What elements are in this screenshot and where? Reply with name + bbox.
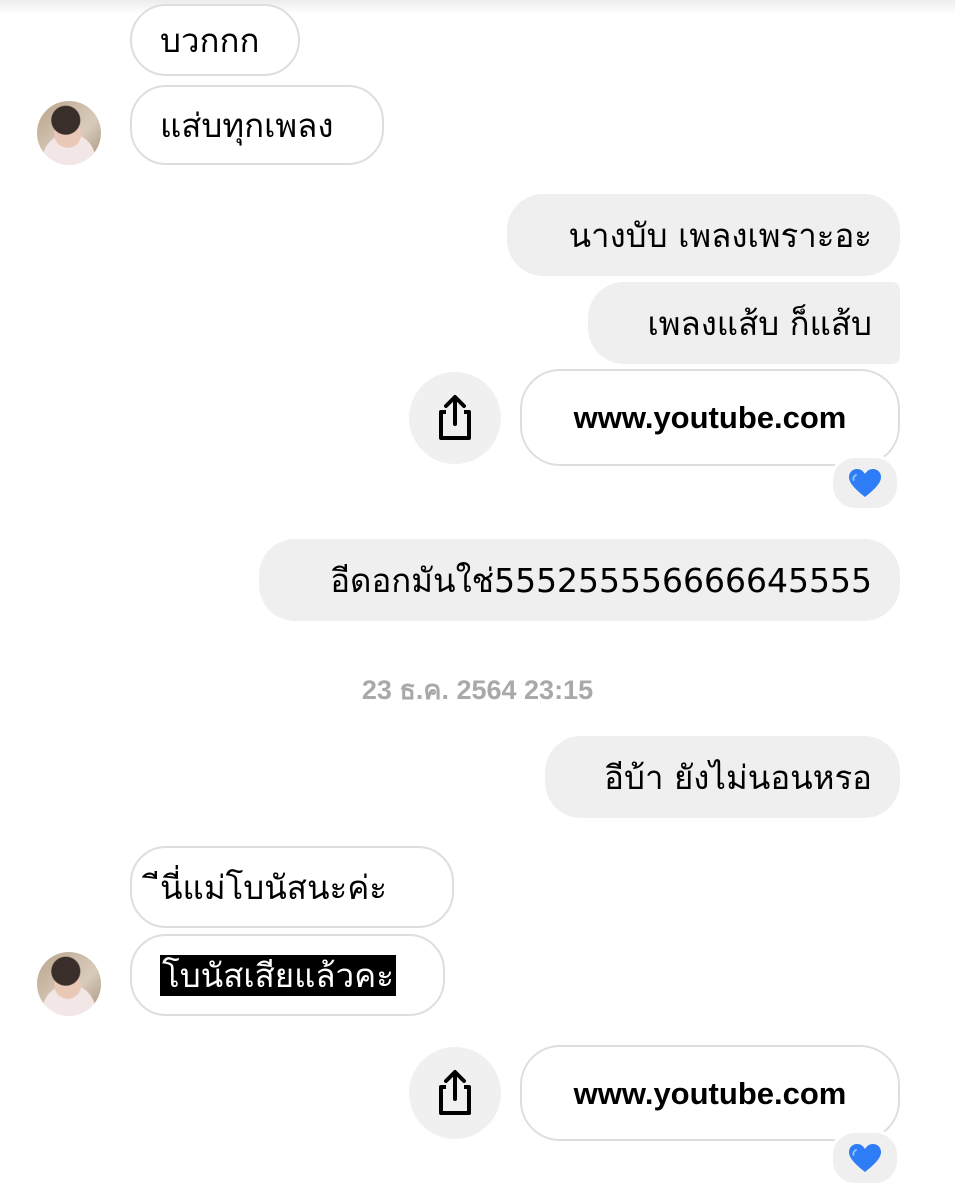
message-text: เพลงแส้บ ก็แส้บ [647,303,872,343]
message-text: แส่บทุกเพลง [160,105,334,145]
message-bubble-incoming[interactable]: ีนี่แม่โบนัสนะค่ะ [130,846,454,928]
message-text: อีดอกมันใช่555255556666645555 [330,560,872,600]
highlighted-message-text: โบนัสเสียแล้วคะ [160,954,396,996]
blue-heart-icon [849,469,881,497]
message-bubble-outgoing[interactable]: อีดอกมันใช่555255556666645555 [259,539,900,621]
message-bubble-outgoing[interactable]: นางบับ เพลงเพราะอะ [507,194,900,276]
message-text: บวกกก [160,20,260,60]
message-bubble-incoming[interactable]: แส่บทุกเพลง [130,85,384,165]
message-bubble-outgoing[interactable]: เพลงแส้บ ก็แส้บ [588,282,900,364]
share-button[interactable] [409,372,501,464]
message-text: อีบ้า ยังไม่นอนหรอ [604,757,872,797]
contact-avatar[interactable] [37,952,101,1016]
link-preview-bubble[interactable]: www.youtube.com [520,1045,900,1141]
link-text: www.youtube.com [573,400,847,435]
message-bubble-incoming[interactable]: บวกกก [130,4,300,76]
message-bubble-outgoing[interactable]: อีบ้า ยังไม่นอนหรอ [545,736,900,818]
reaction-badge[interactable] [830,1130,900,1186]
link-preview-bubble[interactable]: www.youtube.com [520,369,900,466]
blue-heart-icon [849,1144,881,1172]
message-bubble-incoming[interactable]: โบนัสเสียแล้วคะ [130,934,445,1016]
timestamp-separator: 23 ธ.ค. 2564 23:15 [361,675,594,705]
reaction-badge[interactable] [830,455,900,511]
message-text: ีนี่แม่โบนัสนะค่ะ [160,867,388,907]
share-icon [439,395,471,440]
share-icon [439,1070,471,1115]
link-text: www.youtube.com [573,1075,847,1111]
share-button[interactable] [409,1047,501,1139]
message-text: นางบับ เพลงเพราะอะ [568,215,872,255]
contact-avatar[interactable] [37,101,101,165]
